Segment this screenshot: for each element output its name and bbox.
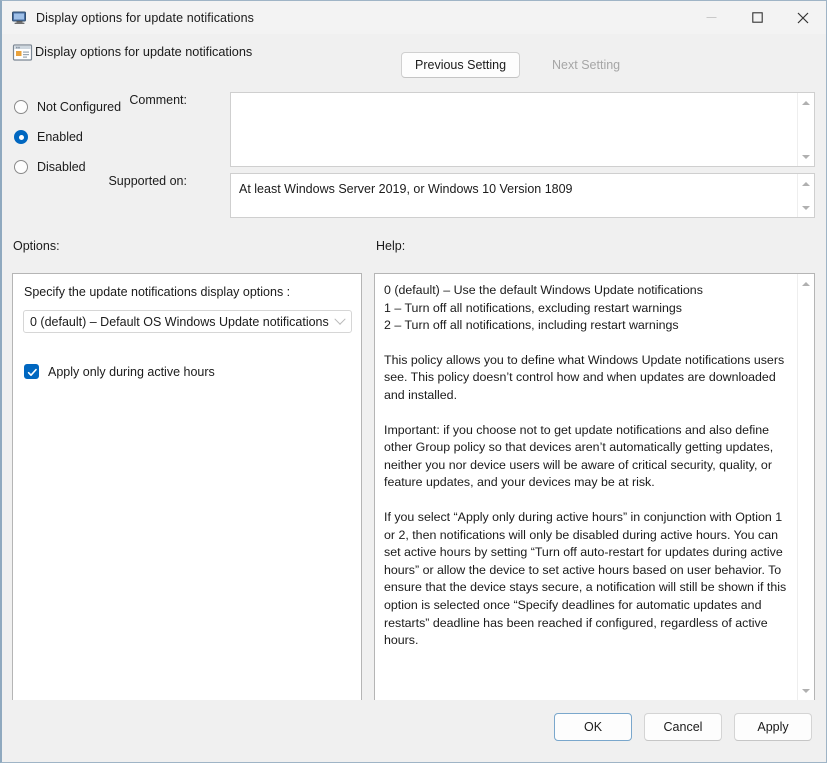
window-controls: [688, 1, 826, 34]
help-text: 0 (default) – Use the default Windows Up…: [384, 282, 792, 650]
title-bar: Display options for update notifications: [2, 1, 826, 34]
options-section-label: Options:: [13, 239, 60, 253]
help-paragraph-2: Important: if you choose not to get upda…: [384, 422, 792, 492]
help-panel: 0 (default) – Use the default Windows Up…: [374, 273, 815, 701]
policy-setting-icon: [12, 43, 33, 63]
group-policy-setting-dialog: Display options for update notifications: [0, 0, 827, 763]
scroll-down-icon[interactable]: [798, 149, 814, 164]
dialog-header: Display options for update notifications…: [2, 34, 826, 86]
help-section-label: Help:: [376, 239, 405, 253]
footer-buttons: OK Cancel Apply: [554, 713, 812, 741]
ok-button[interactable]: OK: [554, 713, 632, 741]
scroll-up-icon[interactable]: [798, 176, 814, 191]
navigation-buttons: Previous Setting Next Setting: [401, 52, 634, 78]
radio-enabled[interactable]: Enabled: [14, 122, 121, 152]
maximize-button[interactable]: [734, 1, 780, 34]
comment-scrollbar[interactable]: [797, 93, 814, 166]
next-setting-button: Next Setting: [538, 52, 634, 78]
help-paragraph-1: This policy allows you to define what Wi…: [384, 352, 792, 405]
active-hours-checkbox[interactable]: [24, 364, 39, 379]
apply-button[interactable]: Apply: [734, 713, 812, 741]
policy-state-region: Not Configured Enabled Disabled Comment:…: [2, 86, 826, 233]
supported-on-label: Supported on:: [82, 174, 187, 188]
supported-on-value: At least Windows Server 2019, or Windows…: [239, 181, 792, 198]
radio-not-configured-mark: [14, 100, 28, 114]
previous-setting-button[interactable]: Previous Setting: [401, 52, 520, 78]
radio-enabled-label: Enabled: [37, 130, 83, 144]
notifications-display-dropdown[interactable]: 0 (default) – Default OS Windows Update …: [23, 310, 352, 333]
help-option-1: 1 – Turn off all notifications, excludin…: [384, 300, 792, 318]
supported-on-field: At least Windows Server 2019, or Windows…: [230, 173, 815, 218]
scroll-down-icon[interactable]: [798, 200, 814, 215]
cancel-button[interactable]: Cancel: [644, 713, 722, 741]
help-option-0: 0 (default) – Use the default Windows Up…: [384, 282, 792, 300]
scroll-up-icon[interactable]: [798, 276, 814, 291]
help-scrollbar[interactable]: [797, 274, 814, 700]
active-hours-label: Apply only during active hours: [48, 365, 215, 379]
scroll-down-icon[interactable]: [798, 683, 814, 698]
options-question-label: Specify the update notifications display…: [24, 285, 290, 299]
scroll-up-icon[interactable]: [798, 95, 814, 110]
help-paragraph-3: If you select “Apply only during active …: [384, 509, 792, 650]
comment-field[interactable]: [230, 92, 815, 167]
dialog-footer: OK Cancel Apply: [2, 700, 826, 762]
radio-disabled-mark: [14, 160, 28, 174]
radio-disabled-label: Disabled: [37, 160, 86, 174]
monitor-icon: [11, 10, 29, 26]
options-panel: Specify the update notifications display…: [12, 273, 362, 701]
policy-name: Display options for update notifications: [35, 45, 252, 59]
close-button[interactable]: [780, 1, 826, 34]
radio-enabled-mark: [14, 130, 28, 144]
minimize-button[interactable]: [688, 1, 734, 34]
chevron-down-icon: [329, 318, 351, 326]
active-hours-checkbox-row[interactable]: Apply only during active hours: [24, 364, 215, 379]
dropdown-selected-value: 0 (default) – Default OS Windows Update …: [30, 315, 329, 329]
supported-on-scrollbar[interactable]: [797, 174, 814, 217]
comment-label: Comment:: [102, 93, 187, 107]
help-option-2: 2 – Turn off all notifications, includin…: [384, 317, 792, 335]
window-title: Display options for update notifications: [36, 11, 254, 25]
